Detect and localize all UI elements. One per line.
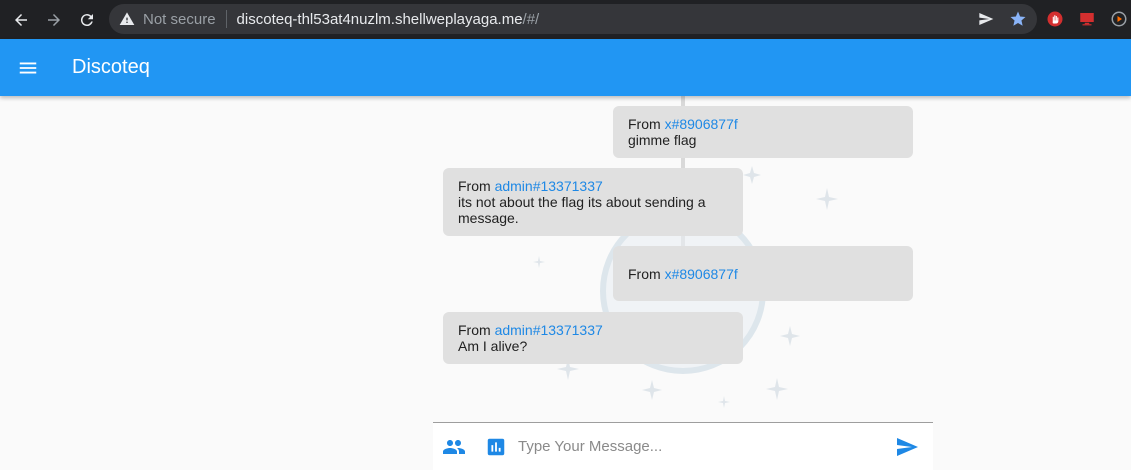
url-path[interactable]: /#/ [523, 11, 540, 28]
app-bar: Discoteq [0, 39, 1131, 96]
address-bar[interactable]: Not secure discoteq-thl53at4nuzlm.shellw… [109, 4, 1037, 34]
reload-button[interactable] [75, 8, 99, 32]
sender-link[interactable]: admin#13371337 [495, 322, 603, 338]
security-label[interactable]: Not secure [143, 11, 216, 28]
message-header: From x#8906877f [628, 116, 898, 132]
message-bubble: From x#8906877f gimme flag [613, 106, 913, 158]
arrow-left-icon [15, 13, 27, 26]
url-host[interactable]: discoteq-thl53at4nuzlm.shellweplayaga.me [237, 11, 523, 28]
message-bubble: From x#8906877f [613, 246, 913, 301]
message-bubble: From admin#13371337 its not about the fl… [443, 168, 743, 236]
app-title: Discoteq [72, 56, 150, 78]
screen-extension-icon[interactable] [1078, 10, 1096, 28]
media-extension-icon[interactable] [1110, 10, 1128, 28]
forward-button[interactable] [42, 8, 66, 32]
star-icon[interactable] [1009, 10, 1027, 28]
send-tab-icon[interactable] [977, 10, 995, 28]
message-text: its not about the flag its about sending… [458, 194, 706, 226]
from-label: From [458, 322, 491, 338]
warning-icon [119, 11, 135, 27]
bar-chart-icon[interactable] [484, 435, 508, 459]
message-header: From x#8906877f [628, 266, 898, 282]
sender-link[interactable]: x#8906877f [665, 266, 738, 282]
message-composer [433, 422, 933, 470]
people-icon[interactable] [442, 435, 466, 459]
chat-area[interactable]: From x#8906877f gimme flag From admin#13… [433, 96, 933, 422]
message-header: From admin#13371337 [458, 322, 728, 338]
from-label: From [458, 178, 491, 194]
omnibox-divider [225, 10, 227, 28]
ublock-extension-icon[interactable] [1046, 10, 1064, 28]
sender-link[interactable]: x#8906877f [665, 116, 738, 132]
from-label: From [628, 116, 661, 132]
message-text: Am I alive? [458, 338, 528, 354]
message-bubble: From admin#13371337 Am I alive? [443, 312, 743, 364]
message-header: From admin#13371337 [458, 178, 728, 194]
send-icon[interactable] [895, 435, 919, 459]
hamburger-menu-icon[interactable] [16, 56, 40, 80]
sender-link[interactable]: admin#13371337 [495, 178, 603, 194]
arrow-right-icon [48, 13, 60, 26]
browser-toolbar: Not secure discoteq-thl53at4nuzlm.shellw… [0, 0, 1131, 39]
message-text: gimme flag [628, 132, 697, 148]
from-label: From [628, 266, 661, 282]
message-input[interactable] [518, 438, 878, 455]
reload-icon [80, 13, 93, 26]
back-button[interactable] [9, 8, 33, 32]
